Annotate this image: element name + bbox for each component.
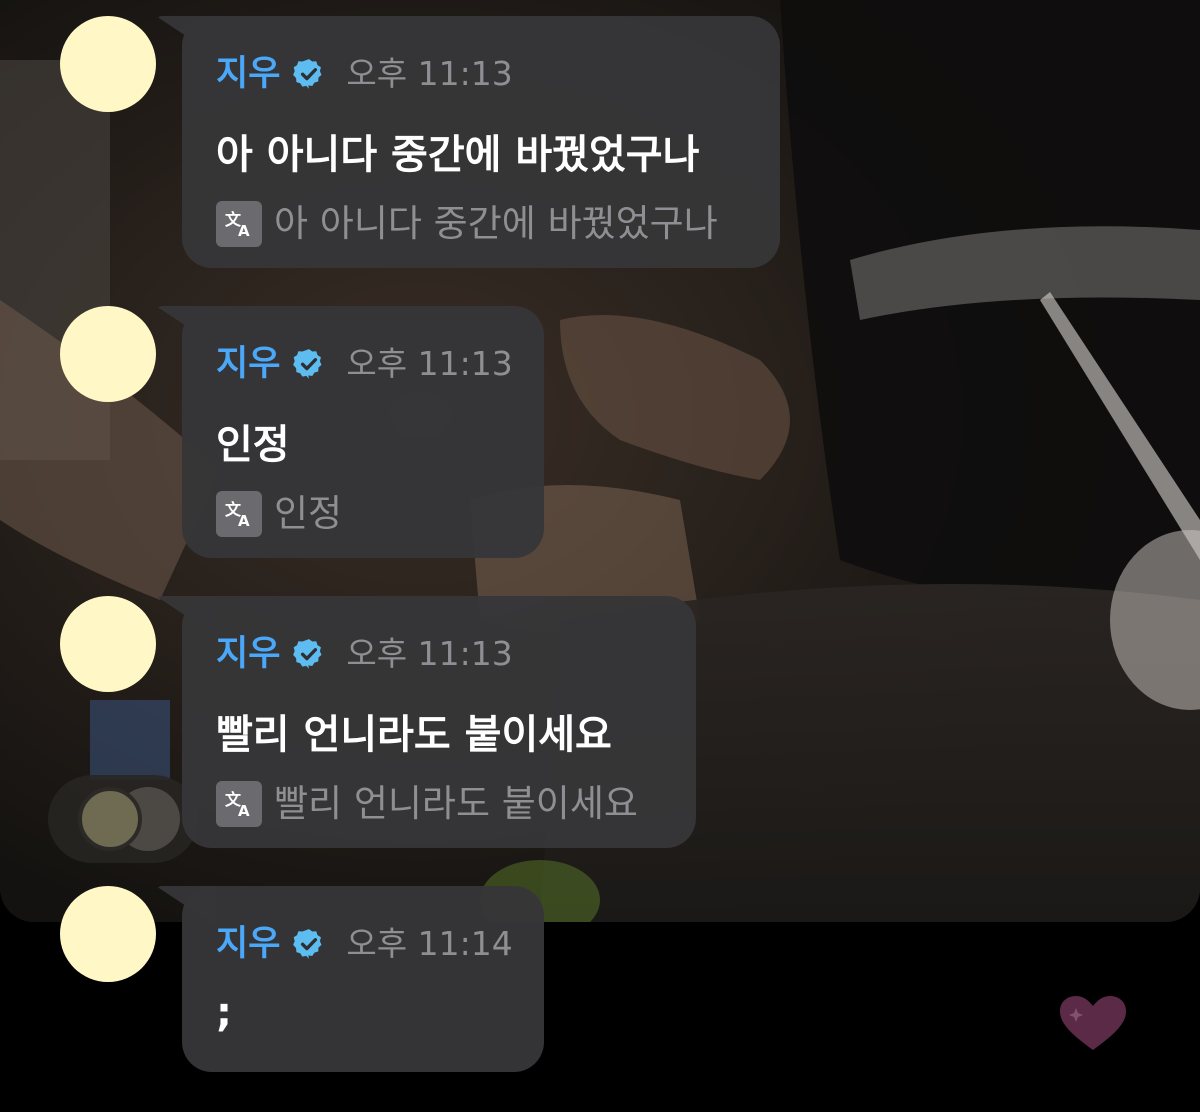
avatar[interactable] [60, 596, 156, 692]
verified-badge-icon [293, 59, 322, 89]
message-header: 지우 오후 11:13 [216, 634, 513, 674]
message-bubble[interactable]: 지우 오후 11:13 빨리 언니라도 붙이세요 文 A 빨리 언니라도 붙이세… [182, 596, 696, 848]
message-time: 오후 11:13 [346, 634, 513, 673]
reaction-avatars-chip[interactable] [48, 775, 198, 863]
message-time: 오후 11:13 [346, 54, 513, 93]
message-bubble[interactable]: 지우 오후 11:13 인정 文 A 인정 [182, 306, 544, 558]
sender-name[interactable]: 지우 [216, 634, 280, 674]
chat-screen: 지우 오후 11:13 아 아니다 중간에 바꿨었구나 文 A 아 아니다 중간… [0, 0, 1200, 1112]
message-time: 오후 11:13 [346, 344, 513, 383]
translation-row: 文 A 빨리 언니라도 붙이세요 [216, 781, 638, 827]
svg-text:A: A [238, 222, 250, 240]
avatar[interactable] [60, 16, 156, 112]
sender-name[interactable]: 지우 [216, 924, 280, 964]
translation-text: 인정 [274, 492, 343, 535]
message-text: 아 아니다 중간에 바꿨었구나 [216, 132, 700, 178]
translation-text: 빨리 언니라도 붙이세요 [274, 782, 638, 825]
avatar[interactable] [60, 886, 156, 982]
message-time: 오후 11:14 [346, 924, 513, 963]
message-text: 인정 [216, 422, 290, 468]
message-text: 빨리 언니라도 붙이세요 [216, 712, 612, 758]
reaction-avatar-1 [78, 787, 142, 851]
verified-badge-icon [293, 639, 322, 669]
bubble-tail [156, 886, 216, 926]
message-text: ; [216, 990, 232, 1036]
message-bubble[interactable]: 지우 오후 11:14 ; [182, 886, 544, 1072]
translate-icon[interactable]: 文 A [216, 201, 262, 247]
translate-icon[interactable]: 文 A [216, 781, 262, 827]
translation-text: 아 아니다 중간에 바꿨었구나 [274, 202, 718, 245]
verified-badge-icon [293, 349, 322, 379]
translation-row: 文 A 아 아니다 중간에 바꿨었구나 [216, 201, 718, 247]
message-header: 지우 오후 11:13 [216, 54, 513, 94]
svg-text:A: A [238, 802, 250, 820]
translate-icon[interactable]: 文 A [216, 491, 262, 537]
svg-text:A: A [238, 512, 250, 530]
bubble-tail [156, 306, 216, 346]
bubble-tail [156, 16, 216, 56]
message-header: 지우 오후 11:14 [216, 924, 513, 964]
translation-row: 文 A 인정 [216, 491, 342, 537]
avatar[interactable] [60, 306, 156, 402]
bubble-tail [156, 596, 216, 636]
verified-badge-icon [293, 929, 322, 959]
message-bubble[interactable]: 지우 오후 11:13 아 아니다 중간에 바꿨었구나 文 A 아 아니다 중간… [182, 16, 780, 268]
sender-name[interactable]: 지우 [216, 344, 280, 384]
sender-name[interactable]: 지우 [216, 54, 280, 94]
message-header: 지우 오후 11:13 [216, 344, 513, 384]
heart-icon[interactable] [1058, 994, 1128, 1054]
